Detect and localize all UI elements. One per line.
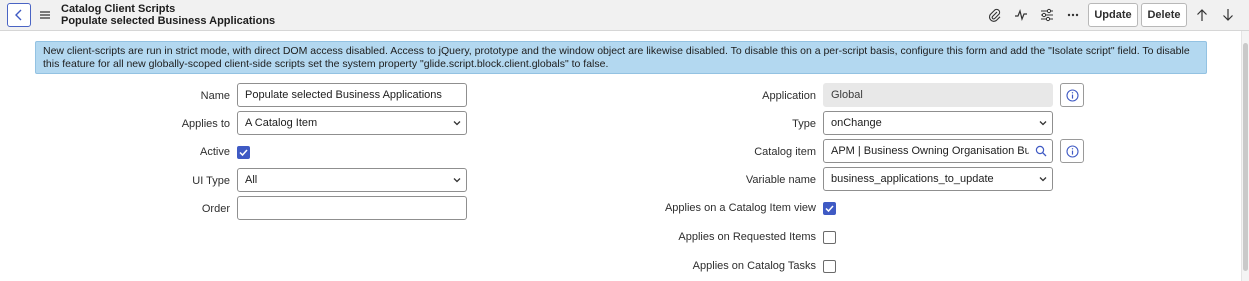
chevron-down-icon [1039, 177, 1047, 182]
info-icon [1065, 88, 1079, 102]
delete-button[interactable]: Delete [1141, 3, 1187, 27]
applies-to-value: A Catalog Item [245, 117, 318, 129]
applies-tasks-checkbox[interactable] [823, 260, 836, 273]
info-icon [1065, 144, 1079, 158]
chevron-left-icon [15, 9, 22, 21]
variable-name-label: Variable name [745, 174, 816, 186]
form-header: Catalog Client Scripts Populate selected… [0, 0, 1249, 31]
arrow-down-icon [1223, 9, 1233, 21]
more-options-button[interactable] [1065, 7, 1081, 23]
applies-to-label: Applies to [181, 118, 230, 130]
hamburger-menu-icon[interactable] [40, 9, 50, 21]
form-record-title: Populate selected Business Applications [61, 15, 276, 27]
type-label: Type [792, 118, 816, 130]
name-field[interactable]: Populate selected Business Applications [237, 83, 467, 107]
application-label: Application [762, 90, 816, 102]
catalog-item-label: Catalog item [754, 146, 816, 158]
search-icon [1035, 145, 1046, 157]
applies-requested-checkbox[interactable] [823, 231, 836, 244]
catalog-item-info-button[interactable] [1060, 139, 1084, 163]
chevron-down-icon [453, 121, 461, 126]
applies-catalog-view-label: Applies on a Catalog Item view [664, 202, 816, 214]
name-label: Name [200, 90, 230, 102]
application-field: Global [823, 83, 1053, 107]
checkmark-icon [825, 205, 834, 213]
update-button[interactable]: Update [1088, 3, 1138, 27]
paperclip-icon [988, 8, 1001, 22]
chevron-down-icon [453, 178, 461, 183]
activity-icon [1015, 9, 1027, 21]
scrollbar-thumb[interactable] [1243, 43, 1248, 271]
arrow-up-icon [1197, 9, 1207, 21]
catalog-item-field[interactable]: APM | Business Owning Organisation Bulk … [823, 139, 1030, 163]
activity-button[interactable] [1013, 7, 1029, 23]
vertical-scrollbar[interactable] [1241, 31, 1249, 281]
type-select[interactable]: onChange [823, 111, 1053, 135]
applies-catalog-view-checkbox[interactable] [823, 202, 836, 215]
checkmark-icon [239, 149, 248, 157]
info-banner: New client-scripts are run in strict mod… [35, 41, 1207, 74]
previous-record-button[interactable] [1194, 7, 1210, 23]
ui-type-label: UI Type [192, 175, 230, 187]
variable-name-select[interactable]: business_applications_to_update [823, 167, 1053, 191]
ui-type-value: All [245, 174, 258, 186]
type-value: onChange [831, 117, 882, 129]
form-table-title: Catalog Client Scripts [61, 3, 176, 15]
application-info-button[interactable] [1060, 83, 1084, 107]
variable-name-value: business_applications_to_update [831, 173, 994, 185]
ui-type-select[interactable]: All [237, 168, 467, 192]
order-field[interactable] [237, 196, 467, 220]
more-icon [1067, 13, 1079, 17]
settings-sliders-icon [1041, 8, 1053, 22]
next-record-button[interactable] [1220, 7, 1236, 23]
active-label: Active [200, 146, 230, 158]
catalog-item-lookup-button[interactable] [1029, 139, 1053, 163]
personalize-form-button[interactable] [1039, 7, 1055, 23]
applies-to-select[interactable]: A Catalog Item [237, 111, 467, 135]
order-label: Order [201, 203, 230, 215]
back-button[interactable] [7, 3, 31, 27]
applies-requested-label: Applies on Requested Items [678, 231, 816, 243]
chevron-down-icon [1039, 121, 1047, 126]
active-checkbox[interactable] [237, 146, 250, 159]
attachment-button[interactable] [987, 7, 1003, 23]
applies-tasks-label: Applies on Catalog Tasks [692, 260, 816, 272]
